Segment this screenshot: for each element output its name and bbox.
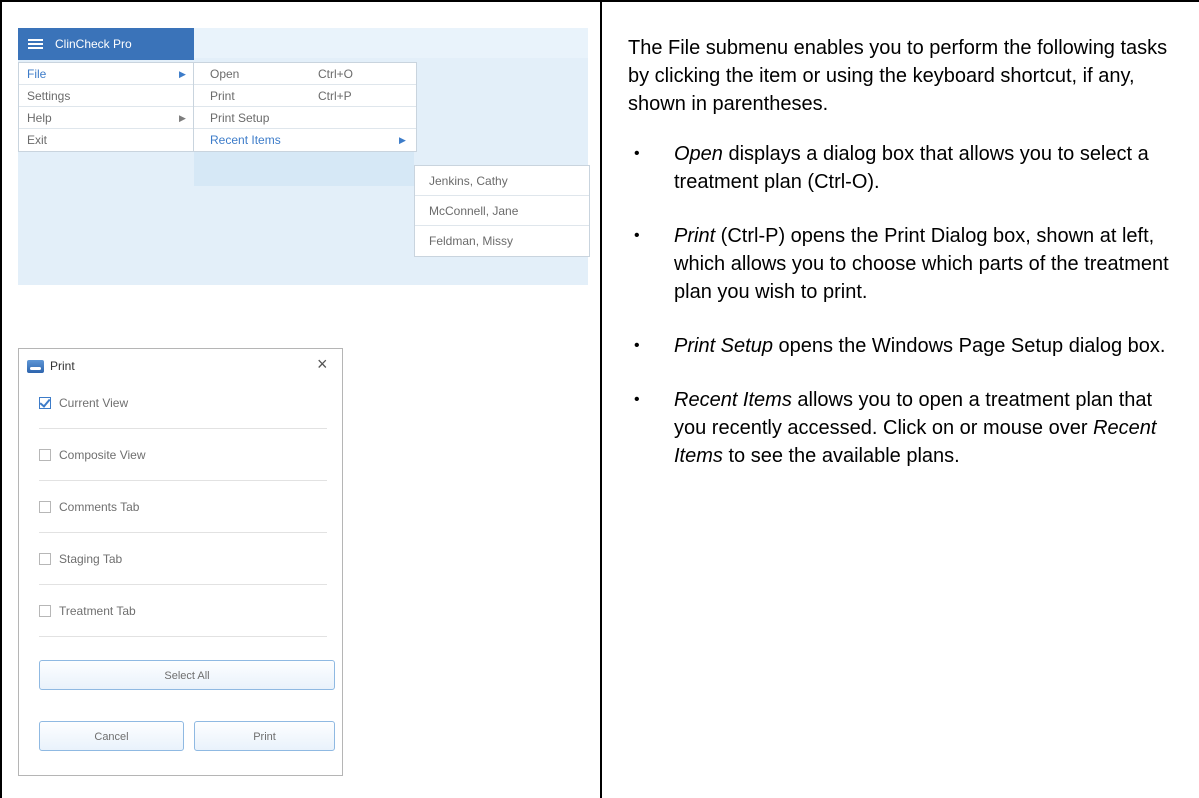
print-dialog: Print × Current View Composite View Comm… [18,348,343,776]
option-comments-tab[interactable]: Comments Tab [39,481,327,533]
bullet-list: • Open displays a dialog box that allows… [628,140,1188,470]
checkbox-icon[interactable] [39,448,51,461]
app-header[interactable]: ClinCheck Pro [18,28,194,60]
option-current-view[interactable]: Current View [39,377,327,429]
menu-item-label: Recent Items [210,133,281,147]
menu-item-label: File [27,67,47,81]
menu-background-strip [194,28,588,58]
checkbox-icon[interactable] [39,604,51,617]
option-treatment-tab[interactable]: Treatment Tab [39,585,327,637]
select-all-button[interactable]: Select All [39,660,335,690]
bullet-text: (Ctrl-P) opens the Print Dialog box, sho… [674,225,1169,303]
menu-item-label: Print [210,89,235,103]
submenu-arrow-icon: ▶ [179,69,186,79]
menu-item-exit[interactable]: Exit [19,129,197,151]
menu-item-open[interactable]: Open Ctrl+O [194,63,416,85]
submenu-arrow-icon: ▶ [179,113,186,123]
app-icon [27,359,44,373]
bullet-text: displays a dialog box that allows you to… [674,143,1149,193]
bullet-term: Print Setup [674,335,773,357]
menu-item-label: Print Setup [210,111,270,125]
menu-item-label: Settings [27,89,71,103]
shortcut-label: Ctrl+P [318,89,352,103]
bullet-icon: • [634,145,640,162]
recent-item[interactable]: McConnell, Jane [415,196,589,226]
option-staging-tab[interactable]: Staging Tab [39,533,327,585]
menu-item-print-setup[interactable]: Print Setup [194,107,416,129]
hamburger-icon[interactable] [28,38,43,50]
menu-screenshot: ClinCheck Pro File ▶ Settings Help ▶ Exi… [18,28,590,285]
option-label: Composite View [59,447,146,462]
recent-item[interactable]: Jenkins, Cathy [415,166,589,196]
bullet-text: opens the Windows Page Setup dialog box. [772,335,1166,357]
dialog-title: Print [50,359,75,373]
bullet-text: to see the available plans. [722,445,960,467]
option-label: Treatment Tab [59,603,136,618]
option-label: Current View [59,395,129,410]
bullet-print-setup: • Print Setup opens the Windows Page Set… [628,332,1188,360]
main-menu: File ▶ Settings Help ▶ Exit [18,62,198,152]
bullet-icon: • [634,337,640,354]
print-button[interactable]: Print [194,721,335,751]
option-composite-view[interactable]: Composite View [39,429,327,481]
menu-item-settings[interactable]: Settings [19,85,197,107]
checkbox-checked-icon[interactable] [39,396,51,409]
bullet-term: Print [674,225,716,247]
checkbox-icon[interactable] [39,552,51,565]
cancel-button[interactable]: Cancel [39,721,184,751]
file-submenu: Open Ctrl+O Print Ctrl+P Print Setup Rec… [193,62,417,152]
recent-items-submenu: Jenkins, Cathy McConnell, Jane Feldman, … [414,165,590,257]
description-column: The File submenu enables you to perform … [628,34,1188,496]
bullet-icon: • [634,227,640,244]
menu-item-help[interactable]: Help ▶ [19,107,197,129]
option-label: Comments Tab [59,499,140,514]
submenu-arrow-icon: ▶ [399,135,406,145]
bullet-icon: • [634,391,640,408]
menu-item-file[interactable]: File ▶ [19,63,197,85]
bullet-print: • Print (Ctrl-P) opens the Print Dialog … [628,222,1188,306]
table-column-divider [600,0,602,798]
menu-item-label: Help [27,111,52,125]
dialog-title-bar: Print [27,357,75,375]
recent-item[interactable]: Feldman, Missy [415,226,589,256]
bullet-recent-items: • Recent Items allows you to open a trea… [628,386,1188,470]
shortcut-label: Ctrl+O [318,67,354,81]
close-icon[interactable]: × [317,355,328,373]
bullet-term: Recent Items [674,389,792,411]
menu-item-print[interactable]: Print Ctrl+P [194,85,416,107]
menu-item-label: Open [210,67,240,81]
menu-item-recent-items[interactable]: Recent Items ▶ [194,129,416,151]
checkbox-icon[interactable] [39,500,51,513]
menu-item-label: Exit [27,133,48,147]
app-title: ClinCheck Pro [55,37,132,51]
bullet-open: • Open displays a dialog box that allows… [628,140,1188,196]
option-label: Staging Tab [59,551,123,566]
table-left-border [0,0,2,798]
intro-paragraph: The File submenu enables you to perform … [628,37,1168,115]
bullet-term: Open [674,143,723,165]
